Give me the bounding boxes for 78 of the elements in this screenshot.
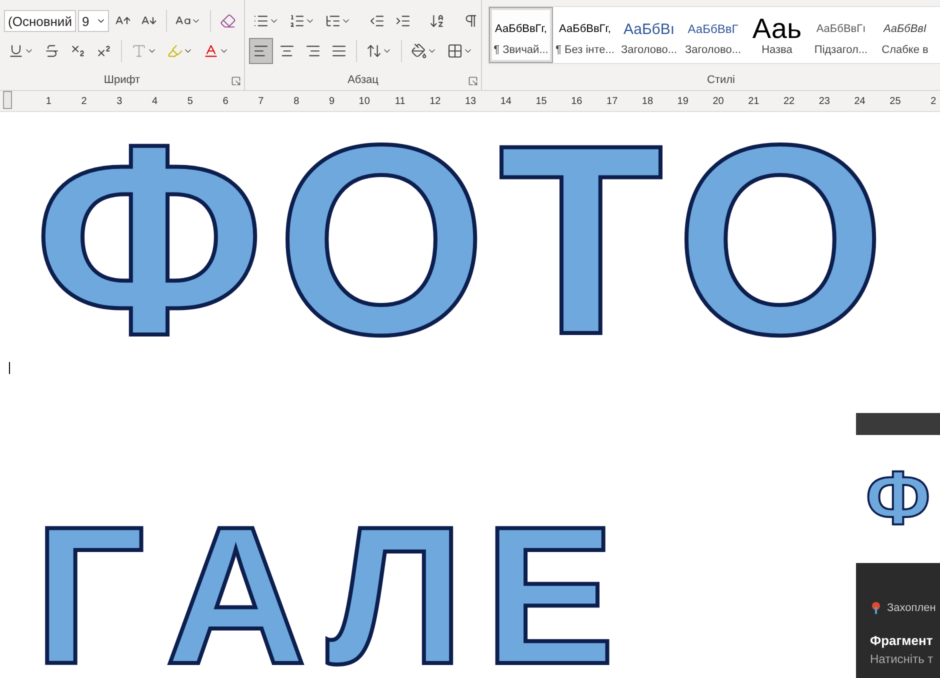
style-item[interactable]: АаБбВвГг, ¶ Звичай... xyxy=(489,7,553,63)
ruler-number: 2 xyxy=(80,96,87,106)
ruler-number: 21 xyxy=(747,96,760,106)
ruler-number: 23 xyxy=(818,96,830,106)
multilevel-list-icon xyxy=(325,13,341,29)
notification-title: Фрагмент xyxy=(870,633,934,648)
style-item[interactable]: АаБбВвГ Заголово... xyxy=(681,7,745,63)
notification-text: Натисніть т xyxy=(870,652,934,666)
ruler-number: 7 xyxy=(257,96,264,106)
group-label: Абзац xyxy=(348,74,378,86)
increase-indent-icon xyxy=(395,13,411,29)
group-label: Стилі xyxy=(707,74,735,86)
shading-icon xyxy=(411,43,427,59)
floral-letter: Т xyxy=(498,138,664,344)
indent-marker[interactable] xyxy=(3,91,12,109)
snipping-tool-icon xyxy=(870,601,882,615)
numbering-icon xyxy=(289,13,305,29)
pilcrow-icon xyxy=(463,13,479,29)
borders-icon xyxy=(447,43,463,59)
align-left-button[interactable] xyxy=(249,38,273,64)
ruler-number: 13 xyxy=(464,96,476,106)
group-label: Шрифт xyxy=(104,74,140,86)
dialog-launcher-icon[interactable] xyxy=(468,76,478,86)
floral-letter: О xyxy=(675,138,886,344)
ruler-number: 16 xyxy=(570,96,582,106)
ruler-number: 5 xyxy=(186,96,193,106)
font-size-field[interactable]: 9 xyxy=(78,10,109,32)
font-color-icon xyxy=(203,43,219,59)
ruler-number: 9 xyxy=(328,96,335,106)
highlighter-icon xyxy=(167,43,183,59)
subscript-icon xyxy=(70,43,86,59)
app-name: Захоплен xyxy=(887,602,936,614)
style-item[interactable]: АаБбВı Заголово... xyxy=(617,7,681,63)
font-name-field[interactable]: (Основний xyxy=(4,10,76,32)
sort-icon xyxy=(429,13,445,29)
thumbnail-letter: Ф xyxy=(866,468,930,530)
align-right-icon xyxy=(305,43,321,59)
align-center-icon xyxy=(279,43,295,59)
ruler-number: 6 xyxy=(222,96,228,106)
ruler-number: 11 xyxy=(394,96,406,106)
decrease-indent-icon xyxy=(369,13,385,29)
floral-letter: А xyxy=(165,522,307,671)
floral-letter: Г xyxy=(34,522,146,671)
ruler-number: 2 xyxy=(930,96,936,106)
notification-toast[interactable]: Ф Захоплен Фрагмент Натисніть т xyxy=(856,413,940,678)
style-item[interactable]: АаБбВвІ Слабке в xyxy=(873,7,937,63)
ruler-number: 17 xyxy=(606,96,618,106)
strikethrough-icon xyxy=(44,43,60,59)
ruler-number: 19 xyxy=(676,96,688,106)
text-effects-icon xyxy=(131,43,147,59)
ruler-number: 18 xyxy=(640,96,654,106)
ruler-number: 20 xyxy=(712,96,724,106)
ruler-number: 22 xyxy=(782,96,795,106)
floral-letter: О xyxy=(276,138,486,344)
ruler-number: 8 xyxy=(292,96,300,106)
floral-letter: Ф xyxy=(34,138,264,344)
underline-icon xyxy=(8,43,24,59)
superscript-icon xyxy=(96,43,112,59)
ruler-number: 3 xyxy=(116,96,122,106)
dialog-launcher-icon[interactable] xyxy=(231,76,241,86)
floral-letter: Е xyxy=(484,522,615,671)
clear-format-icon xyxy=(220,13,236,29)
align-left-icon xyxy=(253,43,269,59)
ruler-number: 24 xyxy=(853,96,866,106)
ruler-number: 15 xyxy=(534,96,547,106)
line-spacing-icon xyxy=(366,43,382,59)
ruler-number: 10 xyxy=(358,96,370,106)
ruler-number: 4 xyxy=(151,96,158,106)
style-item[interactable]: АаБбВвГг, ¶ Без інте... xyxy=(553,7,617,63)
style-item[interactable]: АаБбВвГı Підзагол... xyxy=(809,7,873,63)
ruler-number: 14 xyxy=(499,96,512,106)
ruler-number: 12 xyxy=(428,96,441,106)
floral-letter: Л xyxy=(326,522,464,671)
text-cursor xyxy=(9,362,10,374)
ruler-number: 1 xyxy=(44,96,52,106)
style-item[interactable]: Ааь Назва xyxy=(745,7,809,63)
align-justify-icon xyxy=(331,43,347,59)
ruler-number: 25 xyxy=(888,96,901,106)
